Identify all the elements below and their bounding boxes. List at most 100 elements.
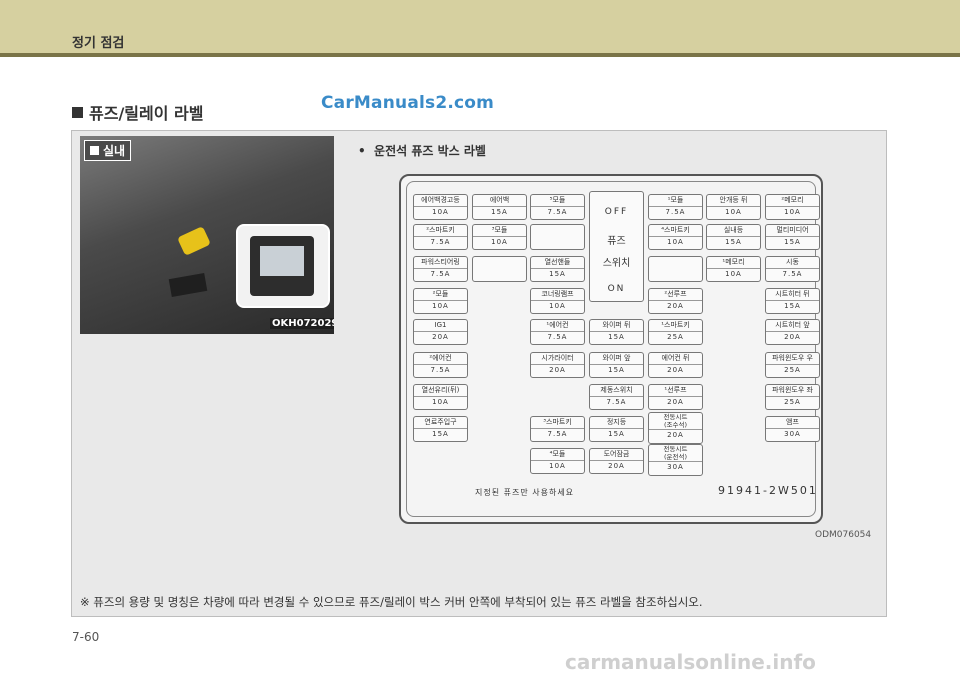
fuse-slot: 코너링램프 10A (530, 288, 585, 314)
fuse-slot-empty (472, 256, 527, 282)
fuse-amperage: 10A (531, 300, 584, 311)
fuse-box-cover (250, 236, 314, 296)
fuse-slot-empty (530, 224, 585, 250)
fuse-amperage: 15A (707, 236, 760, 247)
fuse-amperage: 10A (414, 396, 467, 407)
fuse-slot: ²모듈 10A (413, 288, 468, 314)
fuse-slot-empty (648, 256, 703, 282)
ignition-relay-block: OFF 퓨즈 스위치 ON (589, 191, 644, 302)
fuse-slot: ²스마트키 7.5A (413, 224, 468, 250)
header-title: 정기 점검 (72, 36, 125, 51)
fuse-slot: 앰프 30A (765, 416, 820, 442)
pointer-arrow-icon (177, 226, 211, 256)
fuse-slot: 시트히터 앞 20A (765, 319, 820, 345)
fuse-name: ²스마트키 (426, 226, 455, 234)
watermark-link[interactable]: CarManuals2.com (321, 93, 494, 113)
fuse-amperage: 10A (473, 236, 526, 247)
fuse-slot: 실내등 15A (706, 224, 761, 250)
fuse-amperage: 7.5A (649, 206, 702, 217)
fuse-slot: 정지등 15A (589, 416, 644, 442)
fuse-slot: 에어컨 뒤 20A (648, 352, 703, 378)
fuse-slot: 시트히터 뒤 15A (765, 288, 820, 314)
fuse-name: 실내등 (723, 226, 744, 234)
fuse-name: ³스마트키 (543, 418, 572, 426)
fuse-amperage: 7.5A (531, 428, 584, 439)
fuse-slot: 제동스위치 7.5A (589, 384, 644, 410)
fuse-slot: 파워윈도우 좌 25A (765, 384, 820, 410)
fuse-amperage: 10A (414, 300, 467, 311)
fuse-name: 전동시트 (운전석) (663, 445, 688, 461)
fuse-name: 전동시트 (조수석) (663, 413, 688, 429)
fuse-slot: ¹선루프 20A (648, 384, 703, 410)
fuse-slot: 전동시트 (조수석) 20A (648, 412, 703, 444)
fuse-name: ⁴스마트키 (661, 226, 690, 234)
fuse-name: ²선루프 (664, 290, 687, 298)
fuse-slot: 안개등 뒤 10A (706, 194, 761, 220)
fuse-slot: 전동시트 (운전석) 30A (648, 444, 703, 476)
page-number: 7-60 (72, 630, 100, 644)
fuse-amperage: 7.5A (414, 364, 467, 375)
section-title-text: 퓨즈/릴레이 라벨 (89, 104, 204, 123)
fuse-amperage: 25A (766, 364, 819, 375)
fuse-name: 시트히터 뒤 (775, 290, 810, 298)
fuse-name: ¹에어컨 (546, 321, 569, 329)
fuse-amperage: 10A (531, 460, 584, 471)
pedal-shape (168, 273, 208, 297)
fuse-amperage: 7.5A (414, 268, 467, 279)
fuse-name: 도어잠금 (603, 450, 630, 458)
label-part-number: 91941-2W501 (718, 484, 818, 497)
fuse-amperage: 15A (531, 268, 584, 279)
square-bullet-icon (72, 106, 83, 118)
fuse-name: 시가라이터 (541, 354, 574, 362)
fuse-amperage: 15A (473, 206, 526, 217)
section-title: 퓨즈/릴레이 라벨 (72, 100, 203, 124)
fuse-name: ¹선루프 (664, 386, 687, 394)
fuse-amperage: 15A (590, 331, 643, 342)
fuse-name: 열선유리(뒤) (421, 386, 460, 394)
bullet-title: • 운전석 퓨즈 박스 라벨 (358, 144, 486, 158)
fuse-amperage: 20A (531, 364, 584, 375)
fuse-name: 와이퍼 뒤 (602, 321, 631, 329)
fuse-slot: ²선루프 20A (648, 288, 703, 314)
fuse-name: 앰프 (786, 418, 799, 426)
watermark-footer[interactable]: carmanualsonline.info (565, 650, 816, 674)
fuse-amperage: 7.5A (531, 331, 584, 342)
fuse-slot: 시동 7.5A (765, 256, 820, 282)
fuse-slot: ²메모리 10A (765, 194, 820, 220)
fuse-name: IG1 (434, 321, 447, 329)
fuse-amperage: 10A (649, 236, 702, 247)
fuse-amperage: 7.5A (531, 206, 584, 217)
fuse-slot: ¹메모리 10A (706, 256, 761, 282)
fuse-amperage: 15A (766, 300, 819, 311)
footnote: ※ 퓨즈의 용량 및 명칭은 차량에 따라 변경될 수 있으므로 퓨즈/릴레이 … (80, 595, 703, 609)
photo-code: OKH072029 (270, 318, 334, 329)
fuse-slot: 열선유리(뒤) 10A (413, 384, 468, 410)
header-rule (0, 53, 960, 57)
fuse-name: 에어백경고등 (421, 196, 460, 204)
fuse-name: ¹모듈 (667, 196, 684, 204)
fuse-name: 파워윈도우 좌 (772, 386, 813, 394)
fuse-slot: 파워윈도우 우 25A (765, 352, 820, 378)
bullet-title-text: 운전석 퓨즈 박스 라벨 (374, 144, 486, 158)
fuse-name: 에어백 (489, 196, 510, 204)
relay-switch: 스위치 (602, 258, 631, 269)
fuse-slot: 연료주입구 15A (413, 416, 468, 442)
fuse-amperage: 15A (766, 236, 819, 247)
fuse-slot: ³스마트키 7.5A (530, 416, 585, 442)
fuse-amperage: 10A (414, 206, 467, 217)
fuse-name: 제동스위치 (600, 386, 633, 394)
fuse-name: 파워윈도우 우 (772, 354, 813, 362)
fuse-amperage: 20A (414, 331, 467, 342)
fuse-slot: ³모듈 10A (472, 224, 527, 250)
fuse-name: 안개등 뒤 (719, 196, 748, 204)
cover-label (260, 246, 304, 276)
fuse-name: ⁴모듈 (549, 450, 566, 458)
fuse-slot: 에어백 15A (472, 194, 527, 220)
relay-fuse: 퓨즈 (607, 236, 626, 247)
fuse-slot: ²에어컨 7.5A (413, 352, 468, 378)
image-code: ODM076054 (815, 530, 872, 540)
fuse-slot: IG1 20A (413, 319, 468, 345)
fuse-name: 연료주입구 (424, 418, 457, 426)
fuse-name: 시동 (786, 258, 799, 266)
fuse-name: ²메모리 (781, 196, 804, 204)
